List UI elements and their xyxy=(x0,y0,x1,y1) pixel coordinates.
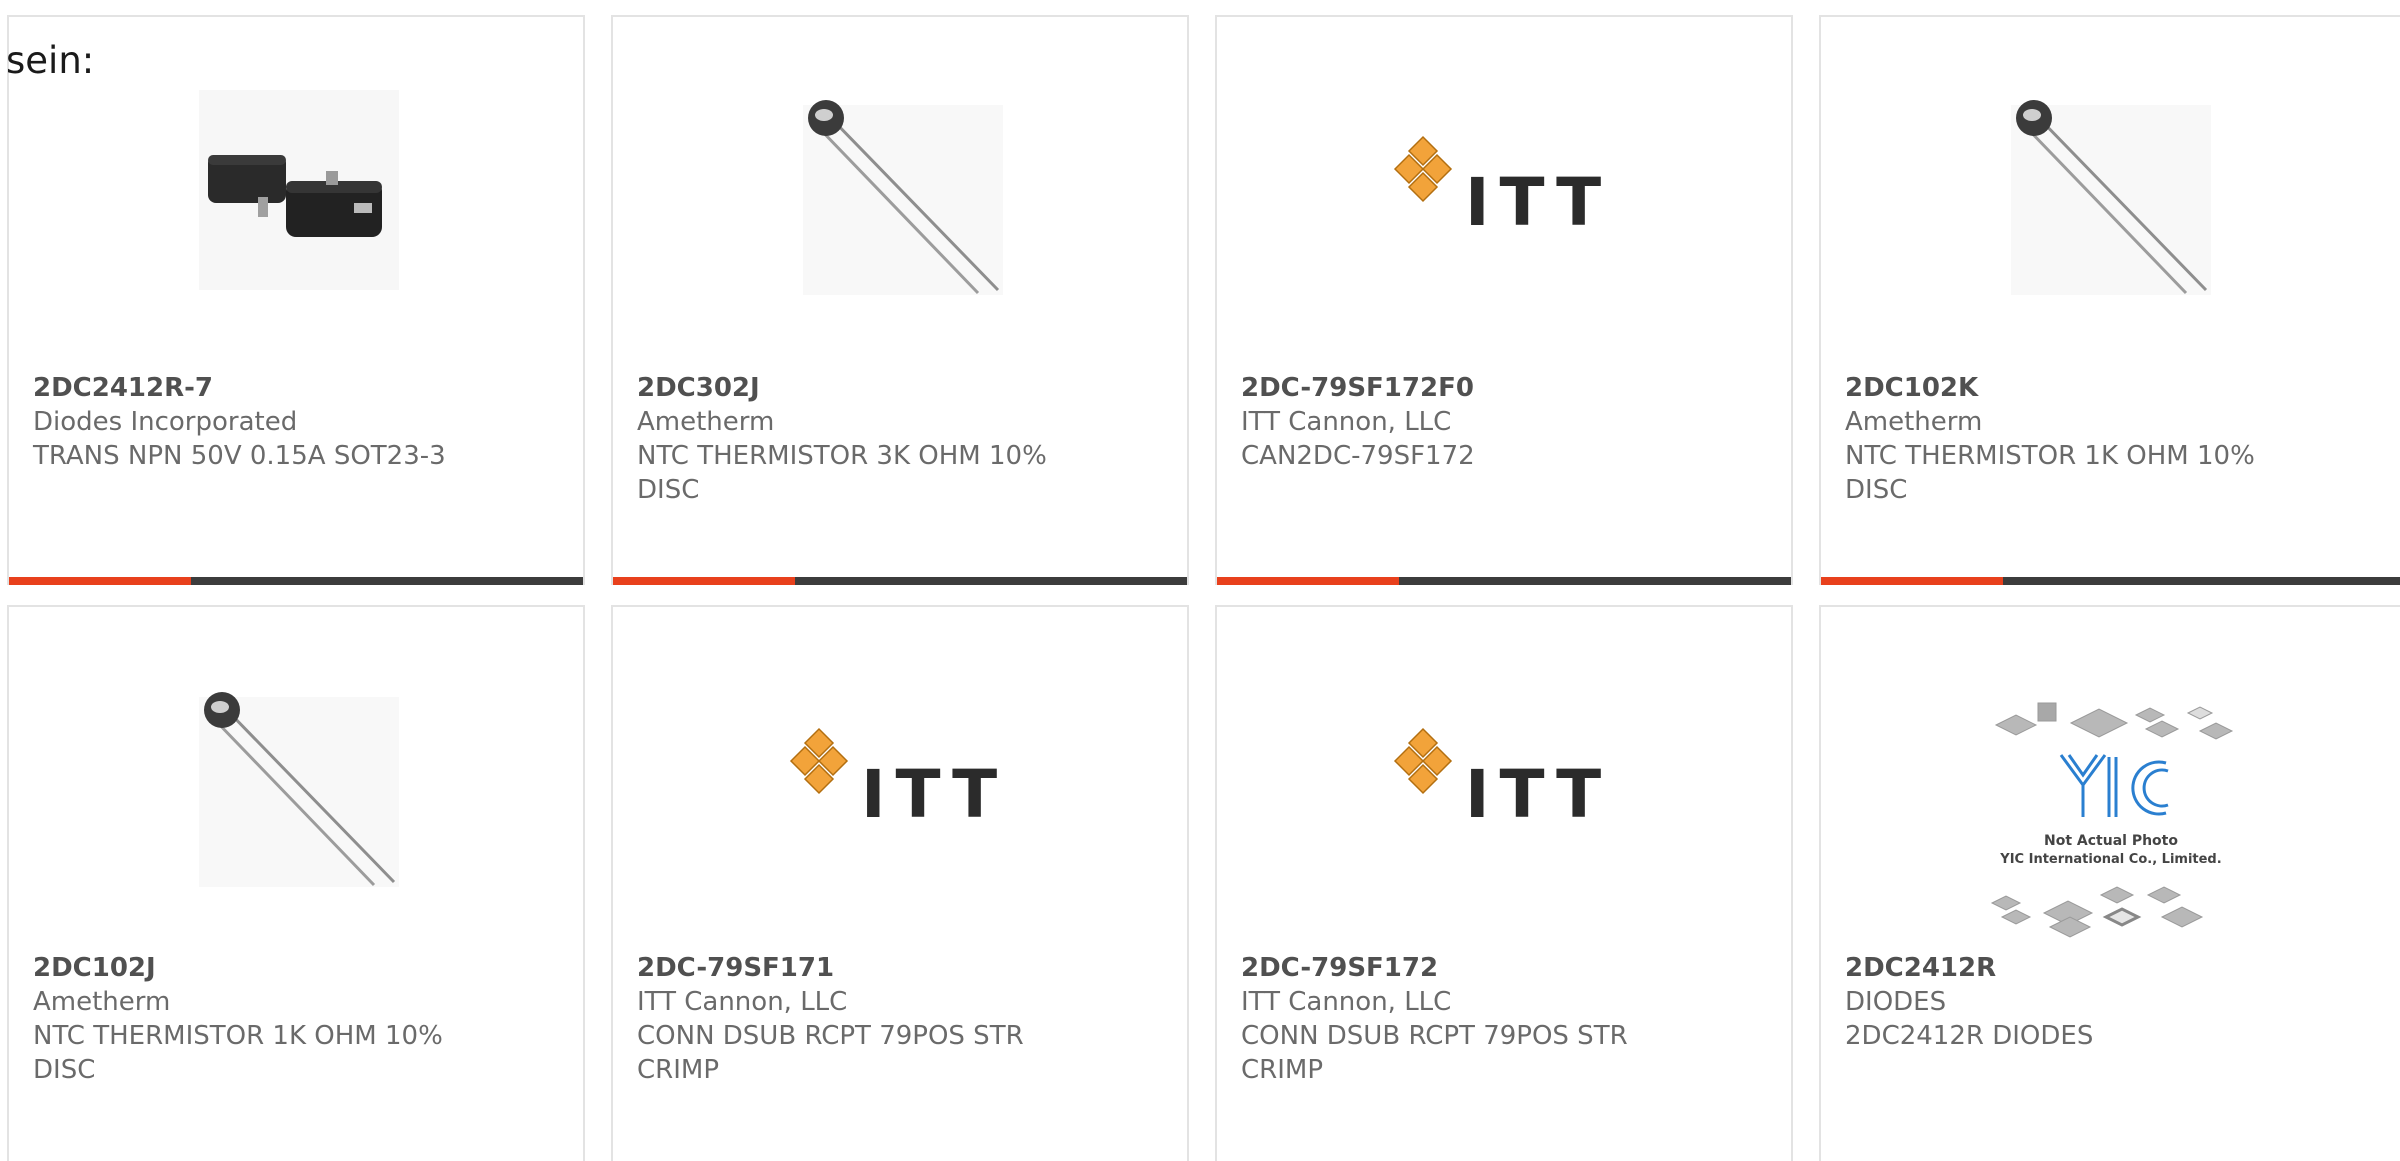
thermistor-icon xyxy=(199,692,399,887)
yic-company-text: YIC International Co., Limited. xyxy=(1999,852,2221,867)
part-number[interactable]: 2DC2412R-7 xyxy=(33,371,563,405)
product-grid: 2DC2412R-7 Diodes Incorporated TRANS NPN… xyxy=(0,0,2400,1161)
itt-logo-icon: ITT xyxy=(1393,727,1611,833)
product-card[interactable]: 2DC2412R-7 Diodes Incorporated TRANS NPN… xyxy=(7,15,585,585)
part-number[interactable]: 2DC-79SF172 xyxy=(1241,951,1771,985)
part-number[interactable]: 2DC2412R xyxy=(1845,951,2380,985)
manufacturer: ITT Cannon, LLC xyxy=(1241,987,1452,1017)
sot23-package-icon xyxy=(199,90,399,290)
product-card[interactable]: ITT 2DC-79SF172F0 ITT Cannon, LLC CAN2DC… xyxy=(1215,15,1793,585)
card-accent-bar xyxy=(9,577,583,585)
product-image-sot23[interactable] xyxy=(194,85,404,295)
product-card[interactable]: ITT 2DC-79SF171 ITT Cannon, LLC CONN DSU… xyxy=(611,605,1189,1161)
yic-placeholder-icon: Not Actual Photo YIC International Co., … xyxy=(1990,702,2234,938)
not-actual-photo-text: Not Actual Photo xyxy=(2044,833,2178,849)
part-number[interactable]: 2DC102J xyxy=(33,951,563,985)
description: NTC THERMISTOR 1K OHM 10% DISC xyxy=(33,1021,443,1085)
part-number[interactable]: 2DC102K xyxy=(1845,371,2380,405)
description: 2DC2412R DIODES xyxy=(1845,1021,2094,1051)
product-image-thermistor[interactable] xyxy=(798,85,1008,295)
itt-logo-icon: ITT xyxy=(1393,135,1611,241)
card-accent-bar xyxy=(1821,577,2400,585)
product-image-itt-logo[interactable]: ITT xyxy=(773,677,1033,887)
product-card[interactable]: 2DC302J Ametherm NTC THERMISTOR 3K OHM 1… xyxy=(611,15,1189,585)
manufacturer: Diodes Incorporated xyxy=(33,407,298,437)
intro-text: sein: xyxy=(6,39,95,82)
part-number[interactable]: 2DC-79SF172F0 xyxy=(1241,371,1771,405)
part-number[interactable]: 2DC-79SF171 xyxy=(637,951,1167,985)
manufacturer: Ametherm xyxy=(33,987,171,1017)
part-number[interactable]: 2DC302J xyxy=(637,371,1167,405)
manufacturer: DIODES xyxy=(1845,987,1947,1017)
manufacturer: ITT Cannon, LLC xyxy=(1241,407,1452,437)
description: TRANS NPN 50V 0.15A SOT23-3 xyxy=(33,441,446,471)
product-image-thermistor[interactable] xyxy=(2006,85,2216,295)
description: CONN DSUB RCPT 79POS STR CRIMP xyxy=(637,1021,1024,1085)
thermistor-icon xyxy=(2011,100,2211,295)
description: CONN DSUB RCPT 79POS STR CRIMP xyxy=(1241,1021,1628,1085)
yic-logo-mark xyxy=(2059,754,2169,817)
itt-logo-text: ITT xyxy=(1465,164,1611,241)
manufacturer: Ametherm xyxy=(1845,407,1983,437)
description: CAN2DC-79SF172 xyxy=(1241,441,1475,471)
product-card[interactable]: 2DC102J Ametherm NTC THERMISTOR 1K OHM 1… xyxy=(7,605,585,1161)
card-accent-bar xyxy=(613,577,1187,585)
product-card[interactable]: ITT 2DC-79SF172 ITT Cannon, LLC CONN DSU… xyxy=(1215,605,1793,1161)
manufacturer: ITT Cannon, LLC xyxy=(637,987,848,1017)
description: NTC THERMISTOR 3K OHM 10% DISC xyxy=(637,441,1047,505)
thermistor-icon xyxy=(803,100,1003,295)
product-card[interactable]: Not Actual Photo YIC International Co., … xyxy=(1819,605,2400,1161)
manufacturer: Ametherm xyxy=(637,407,775,437)
product-image-itt-logo[interactable]: ITT xyxy=(1377,677,1637,887)
description: NTC THERMISTOR 1K OHM 10% DISC xyxy=(1845,441,2255,505)
product-image-yic-placeholder[interactable]: Not Actual Photo YIC International Co., … xyxy=(1976,695,2246,945)
product-image-thermistor[interactable] xyxy=(194,677,404,887)
itt-logo-text: ITT xyxy=(1465,756,1611,833)
card-accent-bar xyxy=(1217,577,1791,585)
product-card[interactable]: 2DC102K Ametherm NTC THERMISTOR 1K OHM 1… xyxy=(1819,15,2400,585)
itt-logo-icon: ITT xyxy=(789,727,1007,833)
product-image-itt-logo[interactable]: ITT xyxy=(1377,85,1637,295)
itt-logo-text: ITT xyxy=(861,756,1007,833)
